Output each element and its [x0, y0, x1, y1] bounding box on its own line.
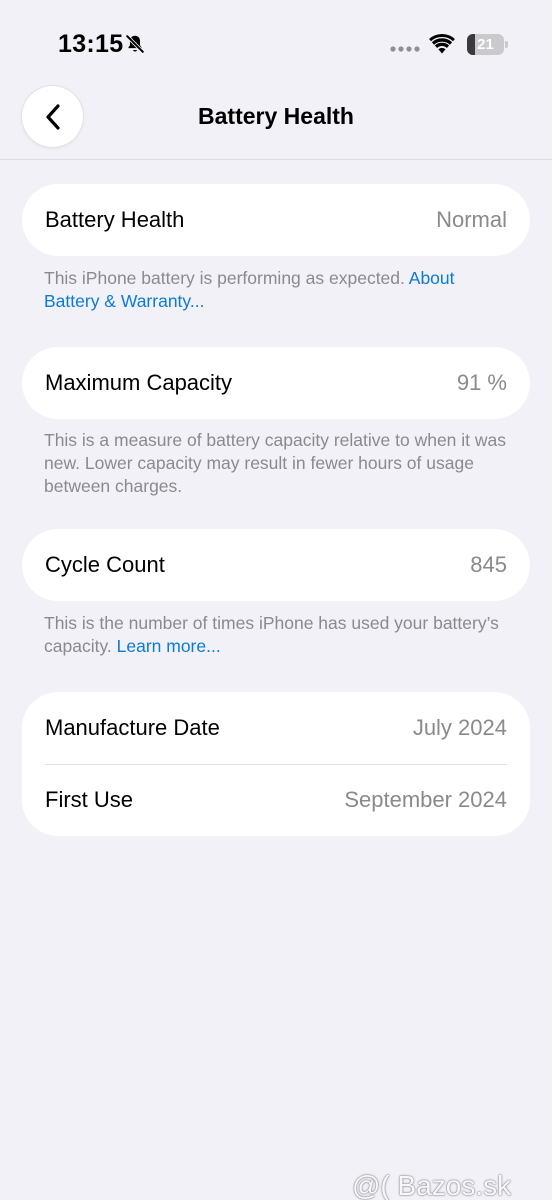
cycle-count-label: Cycle Count [45, 552, 165, 577]
first-use-row: First Use September 2024 [22, 764, 530, 836]
navigation-bar: Battery Health [0, 86, 552, 160]
manufacture-date-row: Manufacture Date July 2024 [22, 692, 530, 764]
battery-health-footnote: This iPhone battery is performing as exp… [44, 267, 514, 313]
cycle-count-row: Cycle Count 845 [22, 529, 530, 601]
maximum-capacity-footnote: This is a measure of battery capacity re… [44, 430, 507, 496]
battery-icon: 21 [467, 34, 509, 55]
battery-health-value: Normal [436, 207, 507, 232]
maximum-capacity-row: Maximum Capacity 91 % [22, 347, 530, 419]
maximum-capacity-label: Maximum Capacity [45, 370, 233, 395]
manufacture-date-label: Manufacture Date [45, 715, 220, 740]
cycle-count-value: 845 [470, 552, 507, 577]
battery-health-screen: 13:15 21 Battery Health Battery Health N… [0, 0, 552, 1200]
maximum-capacity-value: 91 % [456, 370, 507, 395]
battery-health-label: Battery Health [45, 207, 185, 232]
signal-dots-icon [390, 46, 420, 52]
page-title: Battery Health [198, 103, 354, 129]
manufacture-date-value: July 2024 [412, 715, 507, 740]
battery-health-row: Battery Health Normal [22, 184, 530, 256]
battery-health-card: Battery Health Normal [22, 184, 530, 256]
dates-card: Manufacture Date July 2024 First Use Sep… [22, 692, 530, 836]
maximum-capacity-card: Maximum Capacity 91 % [22, 347, 530, 419]
status-time: 13:15 [58, 30, 124, 58]
first-use-value: September 2024 [344, 787, 507, 812]
first-use-label: First Use [45, 787, 133, 812]
watermark: @( Bazos.sk [352, 1170, 512, 1200]
wifi-icon [429, 33, 455, 54]
learn-more-link[interactable]: Learn more... [117, 636, 221, 656]
bell-slash-icon [125, 34, 145, 54]
battery-level-text: 21 [477, 36, 494, 53]
cycle-count-footnote-text: This is the number of times iPhone has u… [44, 613, 499, 656]
cycle-count-card: Cycle Count 845 [22, 529, 530, 601]
cycle-count-footnote: This is the number of times iPhone has u… [44, 612, 514, 658]
battery-health-footnote-text: This iPhone battery is performing as exp… [44, 268, 409, 288]
status-bar: 13:15 21 [0, 0, 552, 90]
